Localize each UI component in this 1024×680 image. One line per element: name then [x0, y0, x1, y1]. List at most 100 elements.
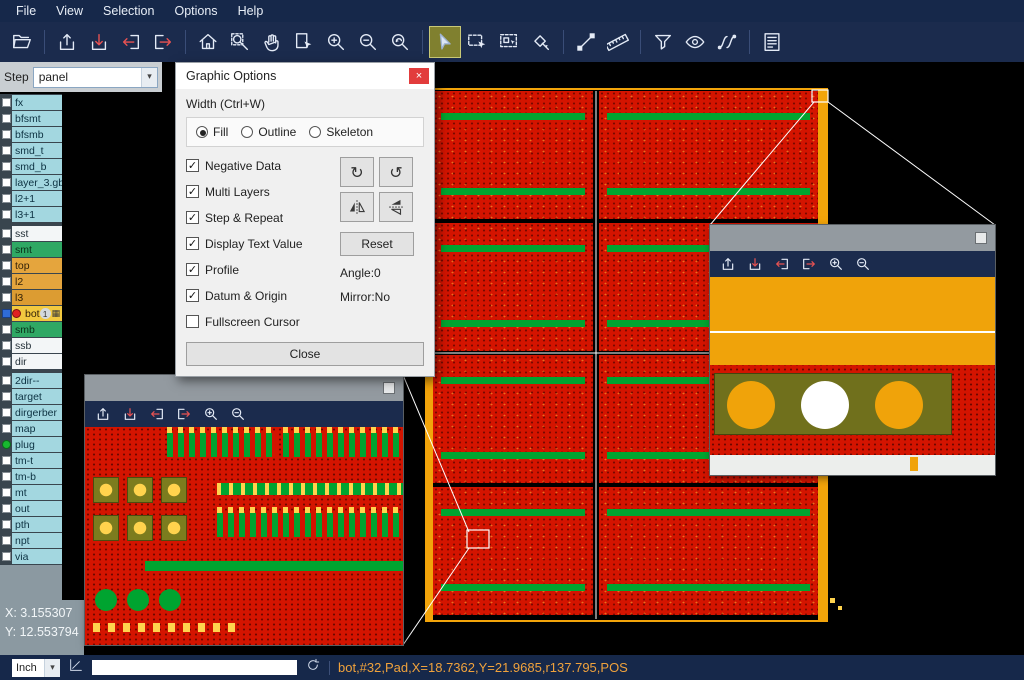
menu-options[interactable]: Options [164, 0, 227, 22]
radio-dot[interactable] [241, 126, 253, 138]
layer-row[interactable]: npt [0, 533, 62, 548]
checkbox-box[interactable]: ✓ [186, 211, 199, 224]
magnifier-minimize-button[interactable] [975, 232, 987, 244]
checkbox-fullscreen-cursor[interactable]: Fullscreen Cursor [186, 313, 340, 330]
layer-row[interactable]: fx [0, 95, 62, 110]
magnifier-minimize-button[interactable] [383, 382, 395, 394]
step-select[interactable]: panel ▾ [33, 67, 158, 88]
layer-visibility-checkbox[interactable] [2, 392, 11, 401]
graphic-options-dialog[interactable]: Graphic Options × Width (Ctrl+W) Fill Ou… [175, 62, 435, 377]
layer-visibility-checkbox[interactable] [2, 536, 11, 545]
filter-icon[interactable] [648, 27, 678, 57]
move-left-icon[interactable] [116, 27, 146, 57]
layer-row[interactable]: dir [0, 354, 62, 369]
layer-visibility-checkbox[interactable] [2, 376, 11, 385]
move-right-icon[interactable] [148, 27, 178, 57]
layer-visibility-checkbox[interactable] [2, 114, 11, 123]
zoom-out-icon[interactable] [853, 254, 873, 274]
checkbox-display-text-value[interactable]: ✓Display Text Value [186, 235, 340, 252]
zoom-in-icon[interactable] [321, 27, 351, 57]
layer-row[interactable]: tm-t [0, 453, 62, 468]
zoom-in-icon[interactable] [826, 254, 846, 274]
layer-row[interactable]: smd_t [0, 143, 62, 158]
home-view-icon[interactable] [193, 27, 223, 57]
checkbox-datum-origin[interactable]: ✓Datum & Origin [186, 287, 340, 304]
magnifier-titlebar[interactable] [710, 225, 995, 251]
rotate-cw-button[interactable]: ↻ [340, 157, 374, 187]
layer-row[interactable]: mt [0, 485, 62, 500]
layer-visibility-checkbox[interactable] [2, 504, 11, 513]
layer-row[interactable]: target [0, 389, 62, 404]
layer-visibility-checkbox[interactable] [2, 325, 11, 334]
move-right-icon[interactable] [174, 404, 194, 424]
layer-visibility-checkbox[interactable] [2, 130, 11, 139]
layer-visibility-checkbox[interactable] [2, 488, 11, 497]
pan-hand-icon[interactable] [257, 27, 287, 57]
layer-visibility-checkbox[interactable] [2, 456, 11, 465]
move-left-icon[interactable] [147, 404, 167, 424]
layer-visibility-checkbox[interactable] [2, 98, 11, 107]
layer-visibility-checkbox[interactable] [2, 341, 11, 350]
radio-outline[interactable]: Outline [241, 125, 296, 139]
snap-corner-icon[interactable] [68, 657, 84, 678]
line-tool-icon[interactable] [571, 27, 601, 57]
import-down-icon[interactable] [84, 27, 114, 57]
layer-visibility-checkbox[interactable] [2, 552, 11, 561]
layer-row[interactable]: bfsmt [0, 111, 62, 126]
layer-visibility-checkbox[interactable] [2, 229, 11, 238]
layer-visibility-checkbox[interactable] [2, 408, 11, 417]
layer-row[interactable]: sst [0, 226, 62, 241]
menu-help[interactable]: Help [228, 0, 274, 22]
checkbox-profile[interactable]: ✓Profile [186, 261, 340, 278]
radio-dot[interactable] [309, 126, 321, 138]
checkbox-negative-data[interactable]: ✓Negative Data [186, 157, 340, 174]
zoom-out-icon[interactable] [353, 27, 383, 57]
unit-select[interactable]: Inch ▾ [12, 659, 60, 677]
checkbox-step-repeat[interactable]: ✓Step & Repeat [186, 209, 340, 226]
import-down-icon[interactable] [120, 404, 140, 424]
zoom-in-icon[interactable] [201, 404, 221, 424]
open-folder-icon[interactable] [7, 27, 37, 57]
radio-skeleton[interactable]: Skeleton [309, 125, 373, 139]
layer-visibility-checkbox[interactable] [2, 162, 11, 171]
checkbox-box[interactable]: ✓ [186, 159, 199, 172]
magnifier-titlebar[interactable] [85, 375, 403, 401]
command-input[interactable] [92, 660, 297, 675]
dialog-titlebar[interactable]: Graphic Options × [176, 63, 434, 89]
reset-button[interactable]: Reset [340, 232, 414, 256]
radio-fill[interactable]: Fill [196, 125, 228, 139]
layer-row[interactable]: bfsmb [0, 127, 62, 142]
layer-visibility-checkbox[interactable] [2, 309, 11, 318]
checkbox-box[interactable]: ✓ [186, 237, 199, 250]
layer-row[interactable]: top [0, 258, 62, 273]
close-button[interactable]: Close [186, 342, 424, 366]
move-right-icon[interactable] [799, 254, 819, 274]
layer-row[interactable]: 2dir-- [0, 373, 62, 388]
checkbox-box[interactable]: ✓ [186, 289, 199, 302]
layer-visibility-checkbox[interactable] [2, 357, 11, 366]
import-down-icon[interactable] [745, 254, 765, 274]
select-object-icon[interactable] [289, 27, 319, 57]
menu-selection[interactable]: Selection [93, 0, 164, 22]
layer-row[interactable]: l2+1 [0, 191, 62, 206]
export-up-icon[interactable] [93, 404, 113, 424]
checkbox-box[interactable]: ✓ [186, 263, 199, 276]
layer-row[interactable]: dirgerber [0, 405, 62, 420]
layer-visibility-checkbox[interactable] [2, 520, 11, 529]
layer-visibility-checkbox[interactable] [2, 178, 11, 187]
layer-row[interactable]: smt [0, 242, 62, 257]
move-left-icon[interactable] [772, 254, 792, 274]
zoom-out-icon[interactable] [228, 404, 248, 424]
layer-row[interactable]: pth [0, 517, 62, 532]
mirror-vertical-button[interactable] [379, 192, 413, 222]
marquee-select-icon[interactable] [462, 27, 492, 57]
layer-row-active[interactable]: bot1▦ [0, 306, 62, 321]
radio-dot[interactable] [196, 126, 208, 138]
layer-row[interactable]: l2 [0, 274, 62, 289]
magnifier-window-1[interactable] [85, 375, 403, 645]
layer-visibility-checkbox[interactable] [2, 210, 11, 219]
magnifier-window-2[interactable] [710, 225, 995, 475]
layer-row[interactable]: l3+1 [0, 207, 62, 222]
group-select-icon[interactable] [494, 27, 524, 57]
refresh-icon[interactable] [305, 657, 321, 678]
